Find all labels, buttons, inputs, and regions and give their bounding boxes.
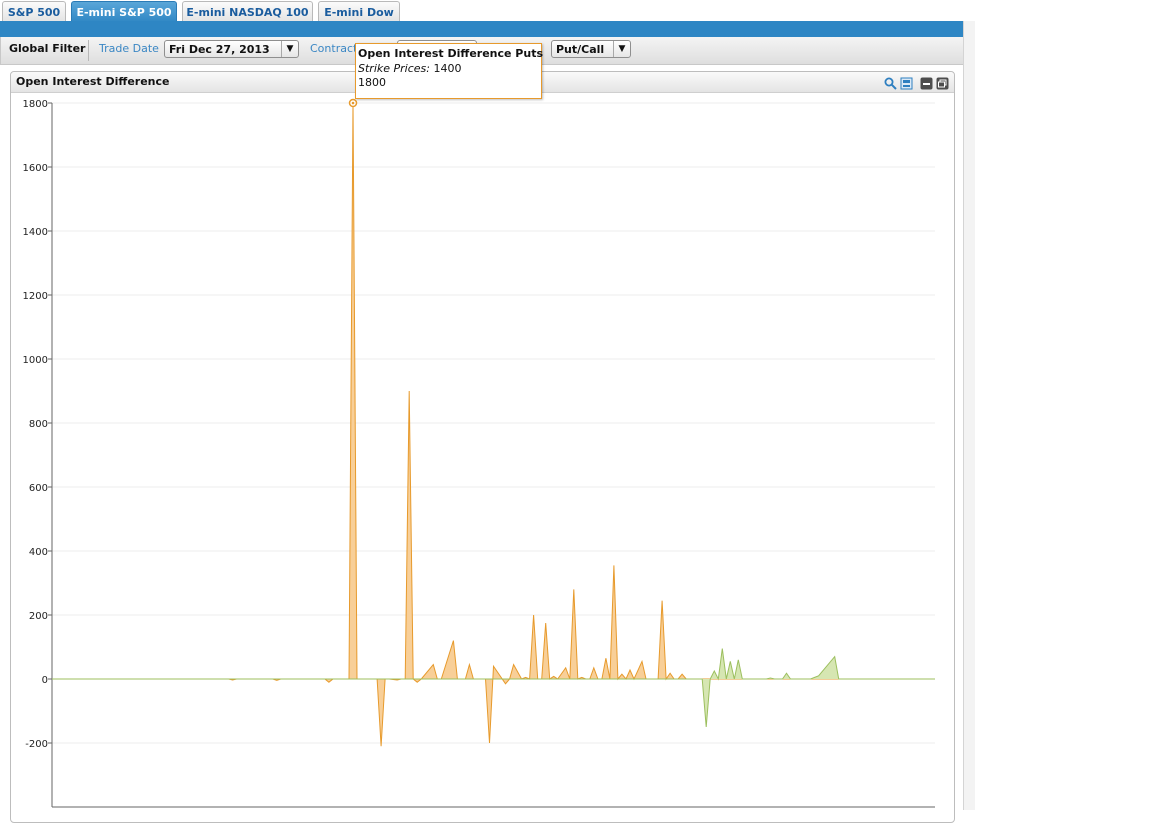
y-tick-label: 1600 <box>23 163 48 174</box>
chart-tooltip: Open Interest Difference Puts Strike Pri… <box>355 43 544 99</box>
y-tick-label: 0 <box>42 675 48 686</box>
y-tick-label: 400 <box>29 547 48 558</box>
highlight-marker-dot <box>351 101 355 105</box>
tooltip-value: 1800 <box>358 76 386 89</box>
y-tick-label: 1000 <box>23 355 48 366</box>
open-interest-chart[interactable]: 1800 1600 1400 1200 1000 800 600 400 200 0 -200 <box>0 0 1168 810</box>
y-tick-label: 800 <box>29 419 48 430</box>
tooltip-strike-key: Strike Prices: <box>358 62 430 75</box>
y-tick-label: -200 <box>25 739 48 750</box>
series-calls-line <box>52 648 935 728</box>
tooltip-strike-row: Strike Prices: 1400 <box>358 62 461 75</box>
y-tick-label: 200 <box>29 611 48 622</box>
series-puts-line <box>52 102 935 747</box>
y-tick-label: 600 <box>29 483 48 494</box>
series-calls-area <box>52 648 935 727</box>
y-tick-label: 1800 <box>23 99 48 110</box>
y-tick-label: 1400 <box>23 227 48 238</box>
y-tick-label: 1200 <box>23 291 48 302</box>
series-puts-area <box>52 103 935 747</box>
tooltip-title: Open Interest Difference Puts <box>358 47 544 60</box>
tooltip-strike-value: 1400 <box>433 62 462 75</box>
